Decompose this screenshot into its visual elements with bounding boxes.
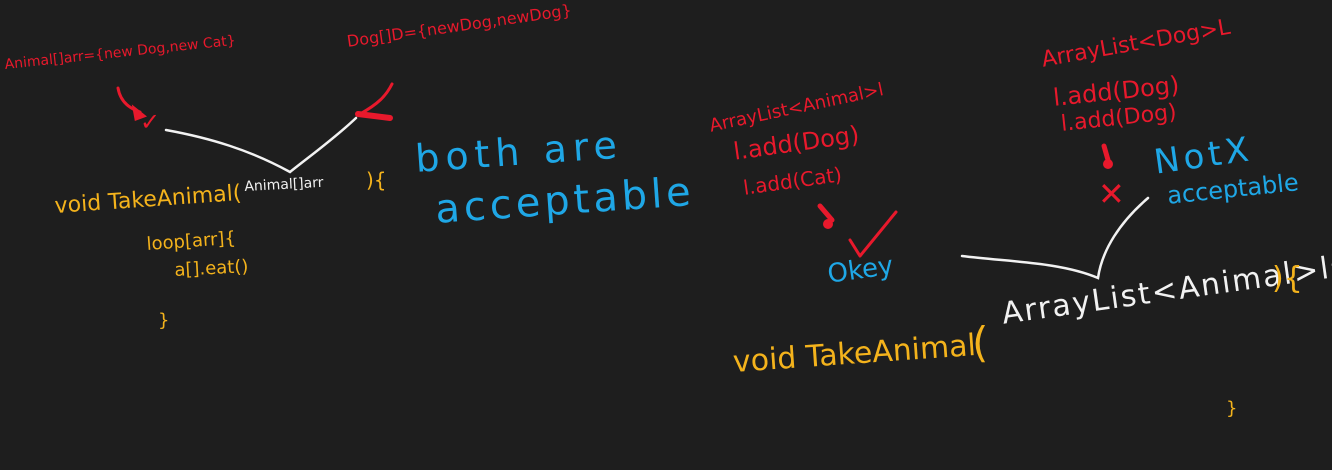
right-closing-brace: } — [1226, 398, 1238, 419]
left-eat-line: a[].eat() — [173, 256, 249, 281]
red-dot-dog-list — [1103, 159, 1113, 169]
right-method-open-brace: ){ — [1272, 261, 1303, 296]
left-closing-brace: } — [158, 310, 170, 331]
red-check-mark — [848, 210, 898, 258]
whiteboard-canvas[interactable]: Animal[]arr={new Dog,new Cat} Dog[]D={ne… — [0, 0, 1332, 470]
left-method-param: Animal[]arr — [243, 174, 324, 195]
white-funnel-left — [164, 116, 358, 174]
left-check-mark: ✓ — [140, 108, 161, 136]
x-mark: ✕ — [1098, 175, 1125, 213]
red-arrow-animal-list — [817, 203, 835, 223]
right-method-open-paren: ( — [972, 318, 989, 367]
red-arrowhead-right — [355, 111, 393, 121]
red-arrow-dog-list — [1101, 143, 1111, 163]
left-method-open-brace: ){ — [366, 168, 387, 192]
red-dot-animal-list — [823, 219, 833, 229]
red-arrow-curve-right — [358, 82, 394, 116]
